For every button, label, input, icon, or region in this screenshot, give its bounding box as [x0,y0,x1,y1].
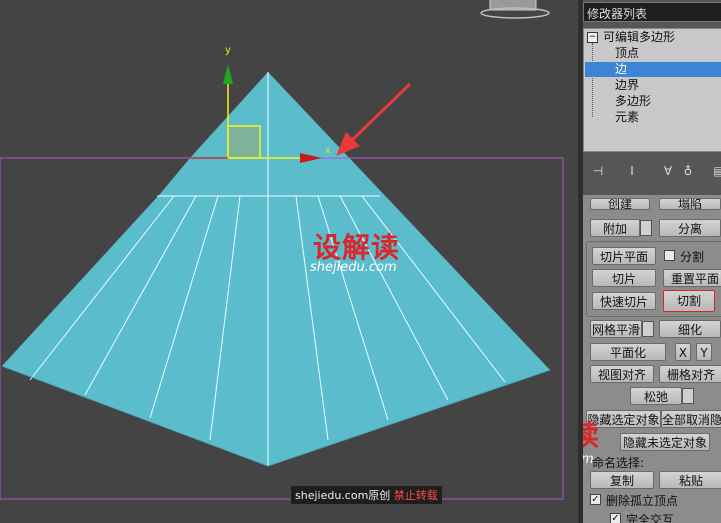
delete-isolated-label: 删除孤立顶点 [606,494,679,508]
copy-button[interactable]: 复制 [590,471,654,489]
tessellate-button[interactable]: 细化 [659,320,721,338]
show-end-result-icon[interactable]: Ⅰ [624,162,640,180]
modifier-list-dropdown[interactable]: 修改器列表 [583,2,721,22]
split-label: 分割 [680,250,705,264]
planar-y-button[interactable]: Y [696,343,712,361]
edit-geometry-rollout: 创建 塌陷 附加 分离 切片平面 分割 切片 重置平面 快速切片 切割 网格平滑… [583,195,721,523]
stack-toolbar: ⊣ Ⅰ ∀ ♁ ▤ [583,158,721,184]
full-interactivity-checkbox[interactable]: ✓ [610,513,621,523]
watermark-url: shejiedu.com [310,260,397,275]
make-planar-button[interactable]: 平面化 [590,343,666,361]
stack-item-vertex[interactable]: 顶点 [585,46,721,61]
credit-warning: 禁止转载 [393,489,438,502]
planar-x-button[interactable]: X [675,343,691,361]
modifier-stack[interactable]: − 可编辑多边形 顶点 边 边界 多边形 元素 [583,28,721,152]
cut-button[interactable]: 切割 [663,290,715,312]
attach-button[interactable]: 附加 [590,219,640,237]
named-selections-label: 命名选择: [592,456,645,470]
command-panel: 修改器列表 − 可编辑多边形 顶点 边 边界 多边形 元素 ⊣ Ⅰ ∀ ♁ ▤ … [583,0,721,523]
attach-list-button[interactable] [640,220,652,236]
stack-item-edge[interactable]: 边 [585,62,721,77]
detach-button[interactable]: 分离 [659,219,721,237]
configure-sets-icon[interactable]: ▤ [711,162,721,180]
stack-item-border[interactable]: 边界 [585,78,721,93]
view-cube[interactable] [480,0,550,19]
meshsmooth-settings-button[interactable] [642,321,654,337]
credit-bar: shejiedu.com原创 禁止转载 [291,486,442,504]
grid-align-button[interactable]: 栅格对齐 [659,365,721,383]
create-button[interactable]: 创建 [590,198,650,210]
relax-settings-button[interactable] [682,388,694,404]
remove-modifier-icon[interactable]: ♁ [680,162,696,180]
split-checkbox[interactable] [664,250,675,261]
hide-unselected-button[interactable]: 隐藏未选定对象 [620,433,710,451]
panel-watermark-url: shejiedu.com [583,452,594,467]
delete-isolated-checkbox[interactable]: ✓ [590,494,601,505]
quickslice-button[interactable]: 快速切片 [592,292,656,310]
pin-stack-icon[interactable]: ⊣ [590,162,606,180]
annotation-arrow [336,82,412,156]
axis-x-label: x [325,146,331,156]
stack-root[interactable]: 可编辑多边形 [585,30,721,45]
view-align-button[interactable]: 视图对齐 [590,365,654,383]
full-interactivity-label: 完全交互 [626,513,675,523]
collapse-button[interactable]: 塌陷 [659,198,721,210]
stack-item-polygon[interactable]: 多边形 [585,94,721,109]
slice-button[interactable]: 切片 [592,269,656,287]
credit-original: 原创 [368,489,391,502]
slice-plane-button[interactable]: 切片平面 [592,247,656,265]
paste-button[interactable]: 粘贴 [659,471,721,489]
meshsmooth-button[interactable]: 网格平滑 [590,320,642,338]
reset-plane-button[interactable]: 重置平面 [663,269,721,287]
panel-watermark-logo: 设解读 [583,419,601,452]
relax-button[interactable]: 松弛 [630,387,682,405]
make-unique-icon[interactable]: ∀ [660,162,676,180]
stack-item-element[interactable]: 元素 [585,110,721,125]
viewport-front[interactable]: y x 设解读 shejiedu.com shejiedu.com原创 禁止转载 [0,0,578,523]
unhide-all-button[interactable]: 全部取消隐藏 [661,410,721,428]
credit-site: shejiedu.com [295,489,369,502]
pyramid-mesh[interactable]: y x [0,0,578,523]
axis-y-label: y [225,45,231,56]
